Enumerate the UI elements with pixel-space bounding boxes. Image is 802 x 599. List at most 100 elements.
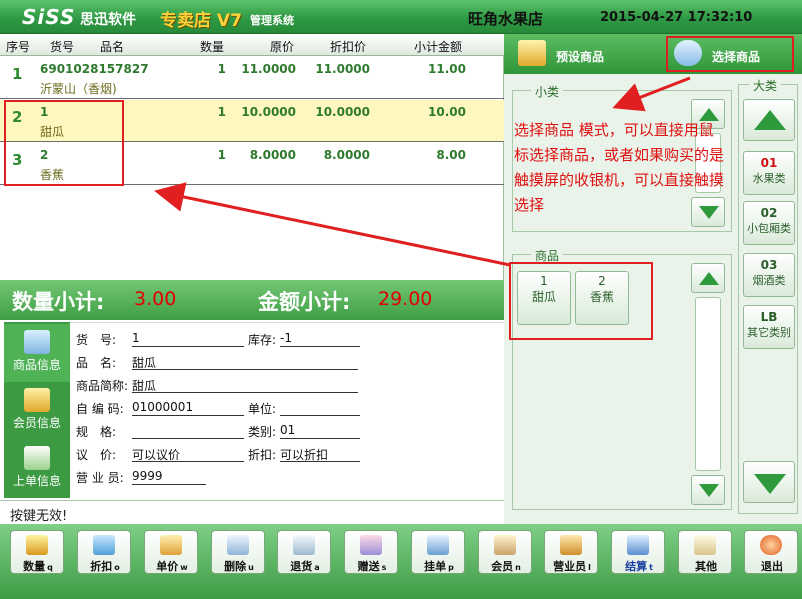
button-label: 其他 (695, 560, 717, 573)
field-label: 单位: (248, 402, 277, 416)
goods-scrollbar[interactable] (695, 297, 721, 471)
select-goods-button[interactable]: 选择商品 (666, 36, 794, 72)
tab-label: 会员信息 (12, 416, 61, 430)
discount-button[interactable]: 折扣 o (77, 530, 131, 574)
button-label: 退出 (761, 560, 783, 573)
shortcut-key: a (314, 563, 320, 572)
datetime: 2015-04-27 17:32:10 (600, 10, 753, 25)
row-price: 11.0000 (241, 62, 296, 76)
gift-button[interactable]: 赠送 s (344, 530, 398, 574)
category-code: LB (760, 310, 778, 324)
return-button[interactable]: 退货 a (277, 530, 331, 574)
row-subtotal: 11.00 (428, 62, 466, 76)
category-name: 烟酒类 (752, 274, 786, 287)
row-qty: 1 (217, 62, 226, 76)
row-qty: 1 (217, 105, 226, 119)
folder-icon (24, 388, 50, 412)
brand-name: 思迅软件 (80, 12, 136, 28)
subcategory-legend: 小类 (531, 83, 564, 100)
coins-icon (26, 535, 48, 555)
product-info-icon (24, 330, 50, 354)
main-category-legend: 大类 (749, 77, 782, 94)
tab-product-info[interactable]: 商品信息 (4, 324, 70, 382)
short-name-value: 甜瓜 (132, 377, 358, 393)
amount-total-label: 金额小计: (258, 290, 351, 314)
clerk-button[interactable]: 营业员 l (544, 530, 598, 574)
arrow-down-icon (699, 484, 719, 497)
category-button[interactable]: 02 小包厢类 (743, 201, 795, 245)
qty-button[interactable]: 数量 q (10, 530, 64, 574)
book-icon (24, 446, 50, 470)
goods-scroll-up[interactable] (691, 263, 725, 293)
field-self-code: 自 编 码: 01000001 (76, 400, 244, 417)
table-row[interactable]: 1 6901028157827 沂蒙山（香烟) 1 11.0000 11.000… (0, 57, 504, 99)
document-edit-icon (227, 535, 249, 555)
boxes-icon (160, 535, 182, 555)
row-disc: 8.0000 (323, 148, 370, 162)
status-message: 按键无效! (0, 500, 504, 524)
name-value: 甜瓜 (132, 354, 358, 370)
row-qty: 1 (217, 148, 226, 162)
main-category-group: 大类 01 水果类 02 小包厢类 03 烟酒类 LB 其它类别 (738, 77, 798, 514)
button-label: 挂单 (424, 560, 447, 573)
field-category: 类别: 01 (248, 423, 360, 440)
shortcut-key: u (248, 563, 254, 572)
mode-buttons: 预设商品 选择商品 (504, 34, 802, 74)
pen-icon (427, 535, 449, 555)
field-clerk: 营 业 员: 9999 (76, 469, 206, 486)
field-label: 品 名: (76, 356, 117, 370)
category-button[interactable]: LB 其它类别 (743, 305, 795, 349)
category-name: 小包厢类 (747, 222, 791, 235)
amount-total-value: 29.00 (378, 288, 433, 310)
stock-value: -1 (280, 331, 360, 347)
tab-last-order-info[interactable]: 上单信息 (4, 440, 70, 498)
exit-button[interactable]: 退出 (744, 530, 798, 574)
row-index: 1 (12, 65, 23, 83)
tab-member-info[interactable]: 会员信息 (4, 382, 70, 440)
info-tabs: 商品信息 会员信息 上单信息 (4, 322, 70, 498)
annotation-box-goods (509, 262, 653, 340)
settle-button[interactable]: 结算 t (611, 530, 665, 574)
qty-total-value: 3.00 (134, 288, 177, 310)
col-qty: 数量 (200, 40, 225, 54)
col-index: 序号 (6, 40, 31, 54)
category-button[interactable]: 03 烟酒类 (743, 253, 795, 297)
preset-goods-button[interactable]: 预设商品 (512, 38, 652, 70)
shortcut-key: l (588, 563, 591, 572)
col-name: 品名 (100, 40, 125, 54)
col-disc: 折扣价 (330, 40, 367, 54)
goods-scroll-down[interactable] (691, 475, 725, 505)
category-name: 水果类 (752, 172, 786, 185)
field-label: 折扣: (248, 448, 277, 462)
title-bar: SiSS 思迅软件 专卖店 V7 管理系统 旺角水果店 2015-04-27 1… (0, 0, 802, 34)
shortcut-key: n (515, 563, 521, 572)
function-toolbar: 数量 q 折扣 o 单价 w 删除 u 退货 a 赠送 s 挂单 p 会员 n 营业员 l 结算 t… (0, 524, 802, 599)
arrow-up-icon (754, 110, 786, 130)
field-bargain: 议 价: 可以议价 (76, 446, 244, 463)
category-scroll-up[interactable] (743, 99, 795, 141)
row-code: 6901028157827 (40, 62, 149, 76)
field-stock: 库存: -1 (248, 331, 360, 348)
other-button[interactable]: 其他 (678, 530, 732, 574)
checklist-icon (293, 535, 315, 555)
category-code: 01 (760, 156, 778, 170)
field-label: 货 号: (76, 333, 117, 347)
unit-price-button[interactable]: 单价 w (144, 530, 198, 574)
delete-button[interactable]: 删除 u (211, 530, 265, 574)
product-suffix: 管理系统 (250, 14, 294, 27)
table-header: 序号 货号 品名 数量 原价 折扣价 小计金额 (0, 34, 504, 56)
hold-order-button[interactable]: 挂单 p (411, 530, 465, 574)
code-value: 1 (132, 331, 244, 347)
button-label: 会员 (491, 560, 514, 573)
button-label: 折扣 (90, 560, 113, 573)
category-scroll-down[interactable] (743, 461, 795, 503)
category-button[interactable]: 01 水果类 (743, 151, 795, 195)
button-label: 营业员 (553, 560, 587, 573)
field-label: 营 业 员: (76, 471, 124, 485)
discount-value: 可以折扣 (280, 446, 360, 462)
power-icon (760, 535, 782, 555)
preset-goods-icon (518, 40, 546, 66)
field-spec: 规 格: (76, 423, 244, 440)
member-button[interactable]: 会员 n (478, 530, 532, 574)
annotation-note: 选择商品 模式，可以直接用鼠标选择商品，或者如果购买的是触摸屏的收银机，可以直接… (514, 121, 725, 214)
